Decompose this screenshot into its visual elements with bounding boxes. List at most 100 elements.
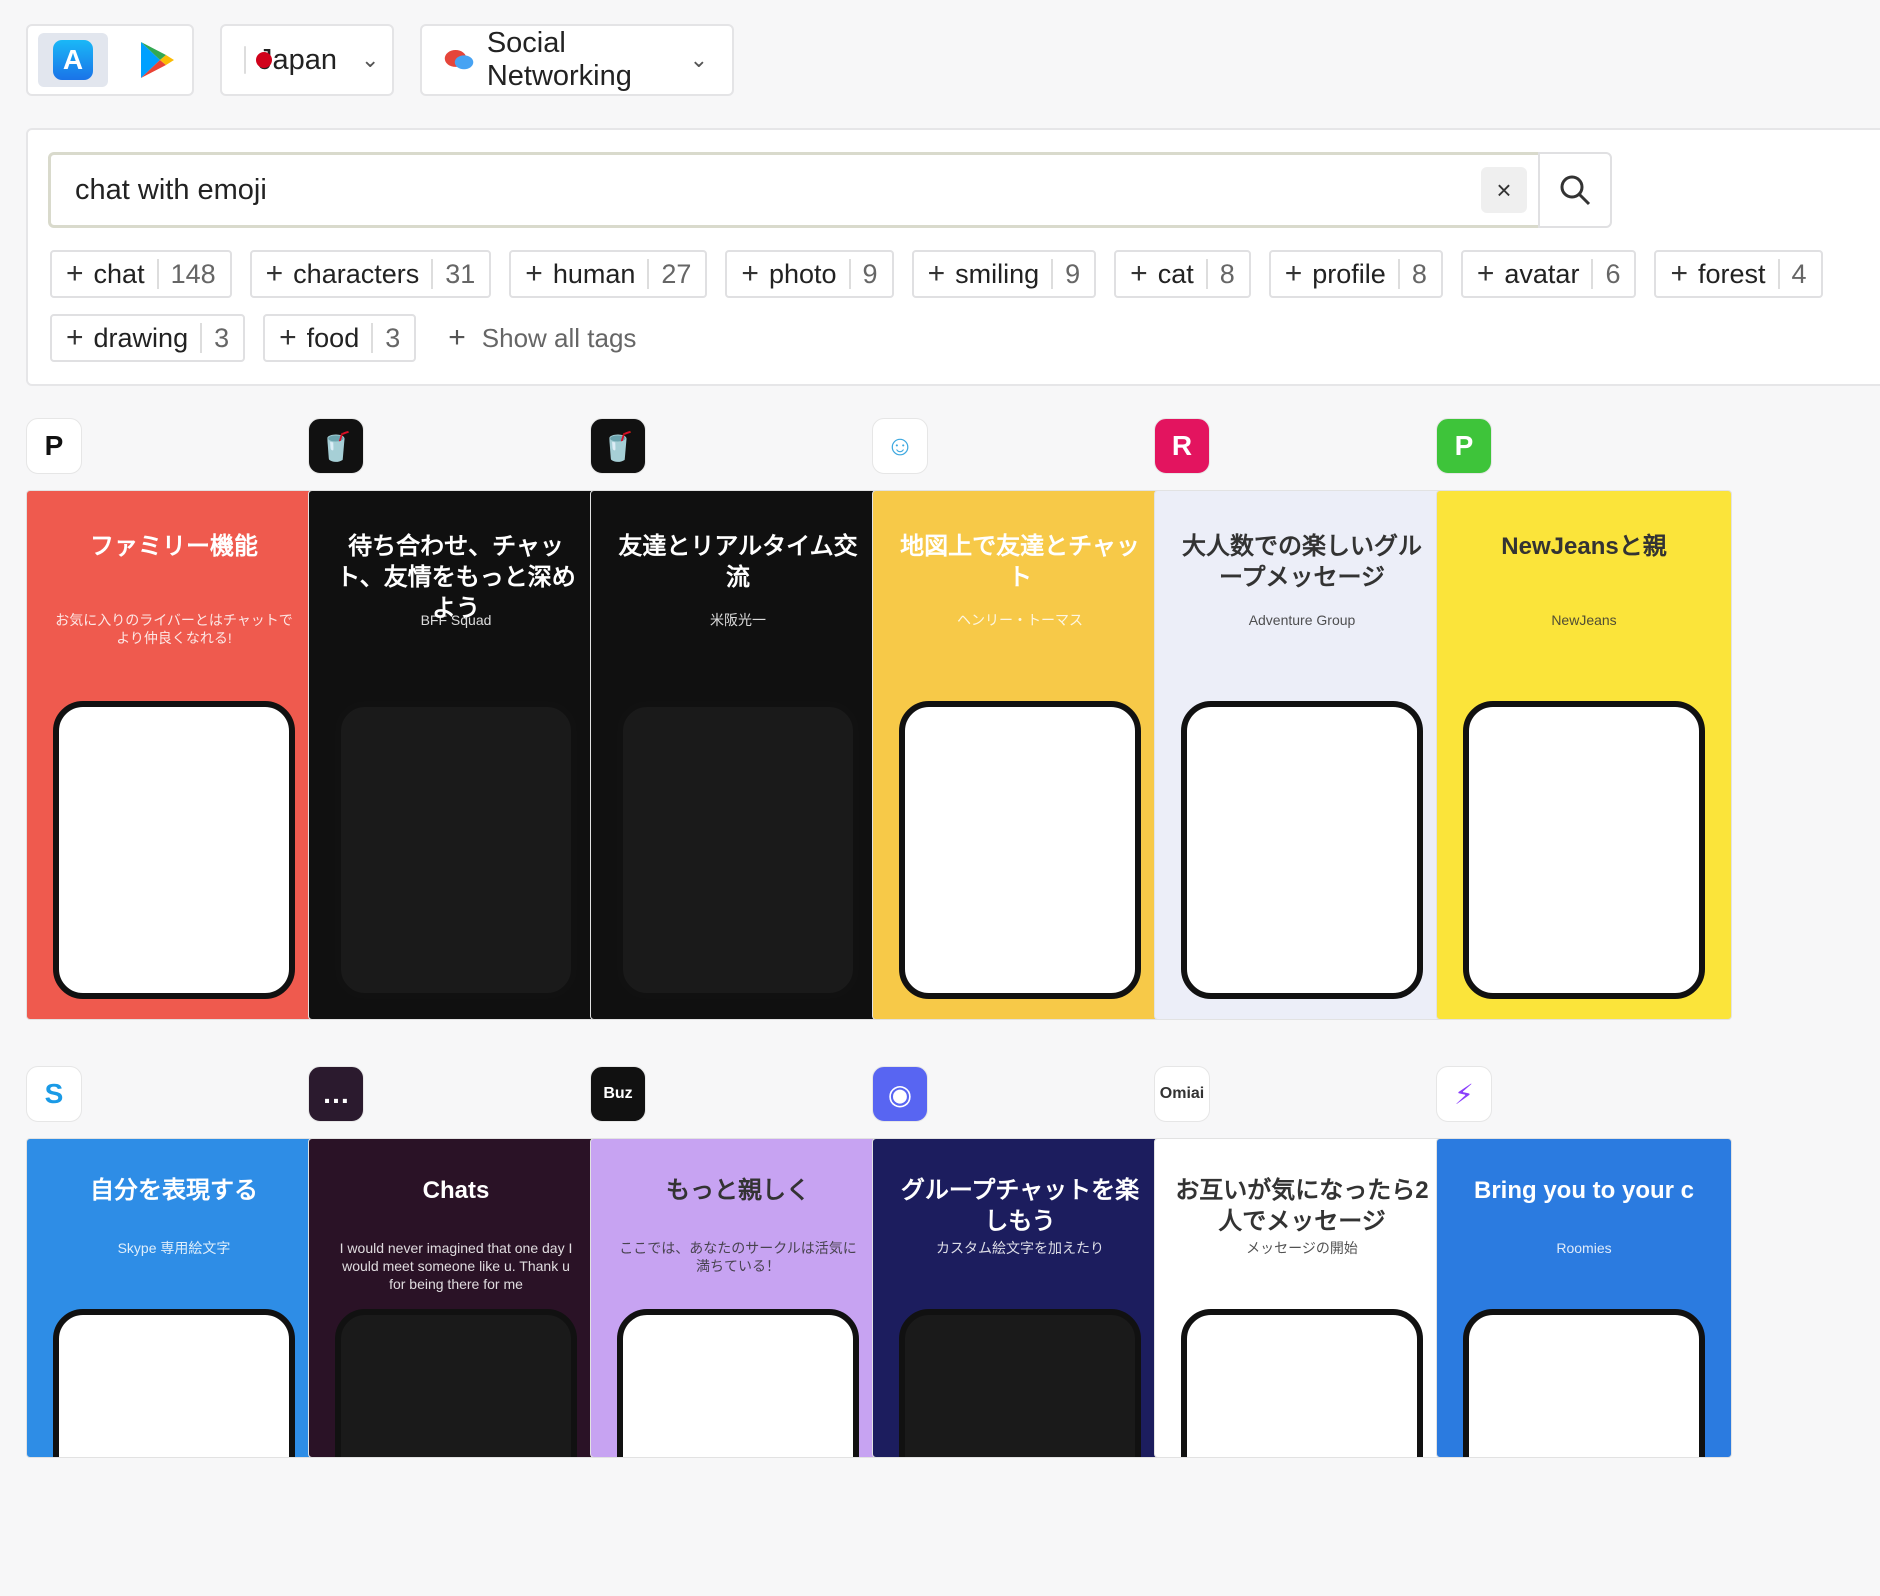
search-query[interactable]: chat with emoji <box>51 174 1481 207</box>
app-store-button[interactable]: A <box>38 33 108 87</box>
search-input[interactable]: chat with emoji × <box>48 152 1566 228</box>
store-switch: A <box>26 24 194 96</box>
chat-bubbles-icon <box>444 49 474 70</box>
screenshot-subtitle: カスタム絵文字を加えたり <box>936 1240 1104 1256</box>
phone-mockup <box>335 701 577 999</box>
app-card[interactable]: ⚡ Bring you to your c Roomies <box>1436 1066 1732 1458</box>
app-card[interactable]: 🥤 待ち合わせ、チャット、友情をもっと深めよう BFF Squad <box>308 418 604 1020</box>
tag-label: food <box>306 322 360 353</box>
tag-8[interactable]: + forest 4 <box>1654 250 1823 298</box>
divider <box>371 323 374 353</box>
plus-icon: + <box>525 257 543 290</box>
app-icon[interactable]: 🥤 <box>308 418 364 474</box>
app-screenshot[interactable]: 地図上で友達とチャットヘンリー・トーマス <box>872 490 1168 1020</box>
tag-0[interactable]: + chat 148 <box>50 250 232 298</box>
app-card[interactable]: 🥤 友達とリアルタイム交流 米阪光一 <box>590 418 886 1020</box>
screenshot-title: 地図上で友達とチャット <box>900 533 1140 592</box>
app-card[interactable]: ◉ グループチャットを楽しもう カスタム絵文字を加えたり <box>872 1066 1168 1458</box>
app-icon[interactable]: 🥤 <box>590 418 646 474</box>
japan-flag-icon <box>244 46 272 74</box>
app-icon[interactable]: P <box>1436 418 1492 474</box>
tag-list: + chat 148 + characters 31 + human 27 + photo 9 + smi… <box>50 250 1880 362</box>
divider <box>1591 259 1594 289</box>
app-screenshot[interactable]: Chats I would never imagined that one day… <box>308 1138 604 1458</box>
screenshot-subtitle: Adventure Group <box>1248 612 1356 628</box>
tag-count: 27 <box>661 258 692 289</box>
tag-label: smiling <box>955 258 1040 289</box>
app-screenshot[interactable]: 待ち合わせ、チャット、友情をもっと深めよう BFF Squad <box>308 490 604 1020</box>
app-screenshot[interactable]: Bring you to your c Roomies <box>1436 1138 1732 1458</box>
tag-5[interactable]: + cat 8 <box>1114 250 1251 298</box>
search-panel: chat with emoji × + chat 148 + characters 31 +… <box>26 128 1880 386</box>
app-icon[interactable]: Omiai <box>1154 1066 1210 1122</box>
tag-count: 148 <box>170 258 216 289</box>
screenshot-subtitle: BFF Squad <box>420 612 492 628</box>
category-dropdown[interactable]: Social Networking ⌄ <box>420 24 734 96</box>
tag-4[interactable]: + smiling 9 <box>911 250 1097 298</box>
tag-9[interactable]: + drawing 3 <box>50 314 246 362</box>
app-card[interactable]: P NewJeansと親 NewJeans <box>1436 418 1732 1020</box>
divider <box>1397 259 1400 289</box>
screenshot-subtitle: ヘンリー・トーマス <box>957 612 1083 628</box>
app-icon[interactable]: R <box>1154 418 1210 474</box>
app-screenshot[interactable]: もっと親しくここでは、あなたのサークルは活気に満ちている！ <box>590 1138 886 1458</box>
plus-icon: + <box>279 321 297 354</box>
tag-2[interactable]: + human 27 <box>509 250 708 298</box>
app-icon[interactable]: ◉ <box>872 1066 928 1122</box>
divider <box>431 259 434 289</box>
screenshot-subtitle: メッセージの開始 <box>1246 1240 1358 1256</box>
phone-mockup <box>1463 1309 1705 1457</box>
tag-count: 9 <box>1065 258 1081 289</box>
screenshot-subtitle: Skype 専用絵文字 <box>117 1240 231 1256</box>
tag-3[interactable]: + photo 9 <box>725 250 894 298</box>
app-card[interactable]: Buz もっと親しくここでは、あなたのサークルは活気に満ちている！ <box>590 1066 886 1458</box>
app-icon[interactable]: P <box>26 418 82 474</box>
screenshot-subtitle: I would never imagined that one day I wo… <box>339 1240 573 1293</box>
plus-icon: + <box>1130 257 1148 290</box>
screenshot-subtitle: ここでは、あなたのサークルは活気に満ちている！ <box>619 1240 857 1275</box>
divider <box>200 323 203 353</box>
app-screenshot[interactable]: グループチャットを楽しもう カスタム絵文字を加えたり <box>872 1138 1168 1458</box>
app-screenshot[interactable]: 大人数での楽しいグループメッセージ Adventure Group <box>1154 490 1450 1020</box>
app-icon[interactable]: … <box>308 1066 364 1122</box>
app-card[interactable]: S 自分を表現する Skype 専用絵文字 <box>26 1066 322 1458</box>
app-icon[interactable]: ☺ <box>872 418 928 474</box>
app-screenshot[interactable]: ファミリー機能 お気に入りのライバーとはチャットでより仲良くなれる! <box>26 490 322 1020</box>
google-play-button[interactable] <box>122 33 192 87</box>
app-card[interactable]: … Chats I would never imagined that one da… <box>308 1066 604 1458</box>
tag-1[interactable]: + characters 31 <box>249 250 492 298</box>
app-card[interactable]: ☺ 地図上で友達とチャットヘンリー・トーマス <box>872 418 1168 1020</box>
clear-search-button[interactable]: × <box>1481 167 1527 213</box>
app-screenshot[interactable]: NewJeansと親 NewJeans <box>1436 490 1732 1020</box>
app-screenshot[interactable]: お互いが気になったら2人でメッセージ メッセージの開始 <box>1154 1138 1450 1458</box>
app-card[interactable]: P ファミリー機能 お気に入りのライバーとはチャットでより仲良くなれる! <box>26 418 322 1020</box>
tag-label: human <box>552 258 636 289</box>
close-icon: × <box>1496 174 1512 205</box>
app-screenshot[interactable]: 自分を表現する Skype 専用絵文字 <box>26 1138 322 1458</box>
tag-10[interactable]: + food 3 <box>263 314 417 362</box>
plus-icon: + <box>741 257 759 290</box>
app-card[interactable]: R 大人数での楽しいグループメッセージ Adventure Group <box>1154 418 1450 1020</box>
screenshot-title: 大人数での楽しいグループメッセージ <box>1182 533 1422 592</box>
plus-icon: + <box>66 257 84 290</box>
chevron-down-icon: ⌄ <box>361 47 380 72</box>
app-screenshot[interactable]: 友達とリアルタイム交流 米阪光一 <box>590 490 886 1020</box>
phone-mockup <box>617 1309 859 1457</box>
search-button[interactable] <box>1538 152 1612 228</box>
app-card[interactable]: Omiai お互いが気になったら2人でメッセージ メッセージの開始 <box>1154 1066 1450 1458</box>
tag-label: profile <box>1312 258 1386 289</box>
app-icon[interactable]: S <box>26 1066 82 1122</box>
divider <box>1777 259 1780 289</box>
tag-count: 4 <box>1791 258 1807 289</box>
tag-7[interactable]: + avatar 6 <box>1460 250 1637 298</box>
show-all-tags-button[interactable]: + Show all tags <box>434 314 636 362</box>
tag-count: 6 <box>1605 258 1621 289</box>
tag-6[interactable]: + profile 8 <box>1268 250 1443 298</box>
app-icon[interactable]: Buz <box>590 1066 646 1122</box>
screenshot-title: もっと親しく <box>666 1177 810 1204</box>
phone-mockup <box>53 1309 295 1457</box>
app-icon[interactable]: ⚡ <box>1436 1066 1492 1122</box>
app-store-icon: A <box>53 40 93 80</box>
country-dropdown[interactable]: Japan ⌄ <box>220 24 394 96</box>
screenshot-title: ファミリー機能 <box>90 533 258 560</box>
